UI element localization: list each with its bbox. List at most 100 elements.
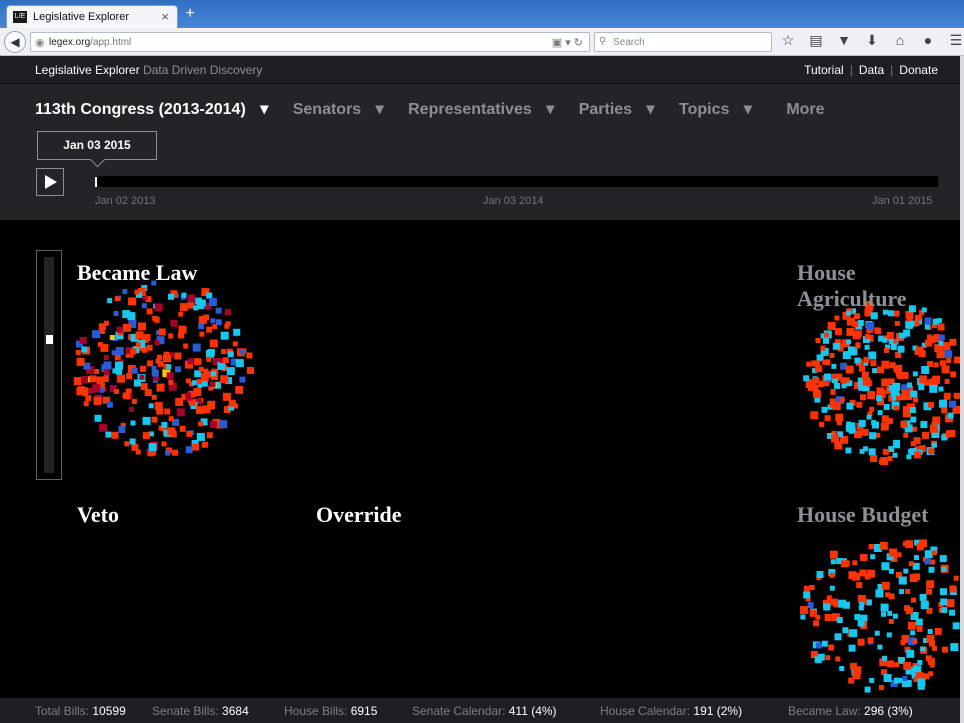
bill-square[interactable] [848,425,856,433]
bill-square[interactable] [892,613,898,619]
bill-square[interactable] [857,619,865,627]
bill-square[interactable] [882,337,888,343]
cluster-label-house-agriculture[interactable]: House Agriculture [797,260,957,312]
bill-square[interactable] [175,398,184,406]
bill-square[interactable] [939,399,947,408]
bill-square[interactable] [903,568,909,574]
menu-icon[interactable]: ☰ [948,32,964,52]
bill-square[interactable] [154,340,160,346]
bill-square[interactable] [931,550,937,556]
bill-square[interactable] [903,432,909,438]
bill-square[interactable] [880,457,889,466]
bill-square[interactable] [239,376,246,383]
bill-square[interactable] [232,341,238,347]
bill-square[interactable] [839,666,845,671]
bill-square[interactable] [178,325,187,334]
bill-square[interactable] [103,355,109,360]
bill-square[interactable] [131,398,137,404]
bill-square[interactable] [853,666,862,675]
bill-square[interactable] [103,361,112,370]
bill-square[interactable] [813,620,820,627]
bill-square[interactable] [112,368,118,374]
bill-square[interactable] [893,677,900,684]
bill-square[interactable] [813,390,822,399]
bill-square[interactable] [879,541,888,550]
bill-square[interactable] [869,432,877,440]
bill-square[interactable] [209,381,216,388]
bill-square[interactable] [166,364,172,370]
cluster-label-house-budget[interactable]: House Budget [797,502,928,528]
bill-square[interactable] [902,675,908,681]
bill-square[interactable] [810,411,819,420]
bill-square[interactable] [931,442,937,448]
bill-square[interactable] [916,543,924,551]
bill-square[interactable] [831,363,837,369]
bill-square[interactable] [198,366,204,372]
bill-square[interactable] [881,562,890,571]
data-link[interactable]: Data [859,63,884,77]
bill-square[interactable] [921,366,930,374]
bill-square[interactable] [93,396,102,405]
bill-square[interactable] [138,322,146,331]
brand[interactable]: Legislative Explorer Data Driven Discove… [35,63,262,77]
bill-square[interactable] [913,397,919,403]
bill-square[interactable] [854,357,861,364]
bill-square[interactable] [926,588,932,595]
bill-square[interactable] [897,345,905,353]
bill-square[interactable] [135,342,141,348]
bill-square[interactable] [946,358,952,363]
bill-square[interactable] [882,448,889,455]
bill-square[interactable] [883,404,890,410]
bill-square[interactable] [911,597,916,603]
bill-square[interactable] [148,443,157,452]
bill-square[interactable] [174,352,182,360]
bill-square[interactable] [176,408,185,417]
bill-square[interactable] [920,420,926,426]
bill-square[interactable] [151,416,158,423]
bill-square[interactable] [192,343,201,352]
bill-square[interactable] [912,426,918,432]
bill-square[interactable] [185,378,191,384]
bill-square[interactable] [900,420,908,428]
bill-square[interactable] [868,544,874,549]
bill-square[interactable] [115,347,124,355]
bill-square[interactable] [825,655,831,661]
bill-square[interactable] [235,359,244,368]
bill-square[interactable] [111,431,119,439]
bill-square[interactable] [76,357,85,366]
bill-square[interactable] [158,328,166,336]
bill-square[interactable] [910,441,916,447]
bill-square[interactable] [834,328,842,336]
pocket-icon[interactable]: ▼ [836,32,852,52]
chat-icon[interactable]: ● [920,32,936,52]
bill-square[interactable] [949,609,956,616]
bill-square[interactable] [920,601,929,609]
bill-square[interactable] [79,336,87,344]
bill-square[interactable] [952,622,960,630]
bill-square[interactable] [903,405,909,412]
bill-square[interactable] [941,407,948,414]
bill-square[interactable] [928,566,935,573]
bill-square[interactable] [932,318,939,325]
bill-square[interactable] [227,351,234,358]
bill-square[interactable] [195,406,204,415]
cluster-label-became-law[interactable]: Became Law [77,260,197,286]
bill-square[interactable] [130,420,136,426]
bill-square[interactable] [906,315,913,322]
bill-square[interactable] [154,303,163,312]
bill-square[interactable] [917,660,923,665]
bill-square[interactable] [94,369,100,374]
bill-square[interactable] [799,606,808,615]
bill-square[interactable] [134,289,140,295]
bill-square[interactable] [881,378,890,387]
bill-square[interactable] [122,310,131,319]
bill-square[interactable] [142,416,151,425]
bill-square[interactable] [183,343,189,349]
bill-square[interactable] [206,292,213,299]
bill-square[interactable] [910,390,918,398]
bill-square[interactable] [846,339,851,345]
reader-icon[interactable]: ▤ [808,32,824,52]
bill-square[interactable] [938,340,944,346]
bill-square[interactable] [832,402,841,411]
topics-dropdown[interactable]: Topics ▾ [679,101,762,118]
